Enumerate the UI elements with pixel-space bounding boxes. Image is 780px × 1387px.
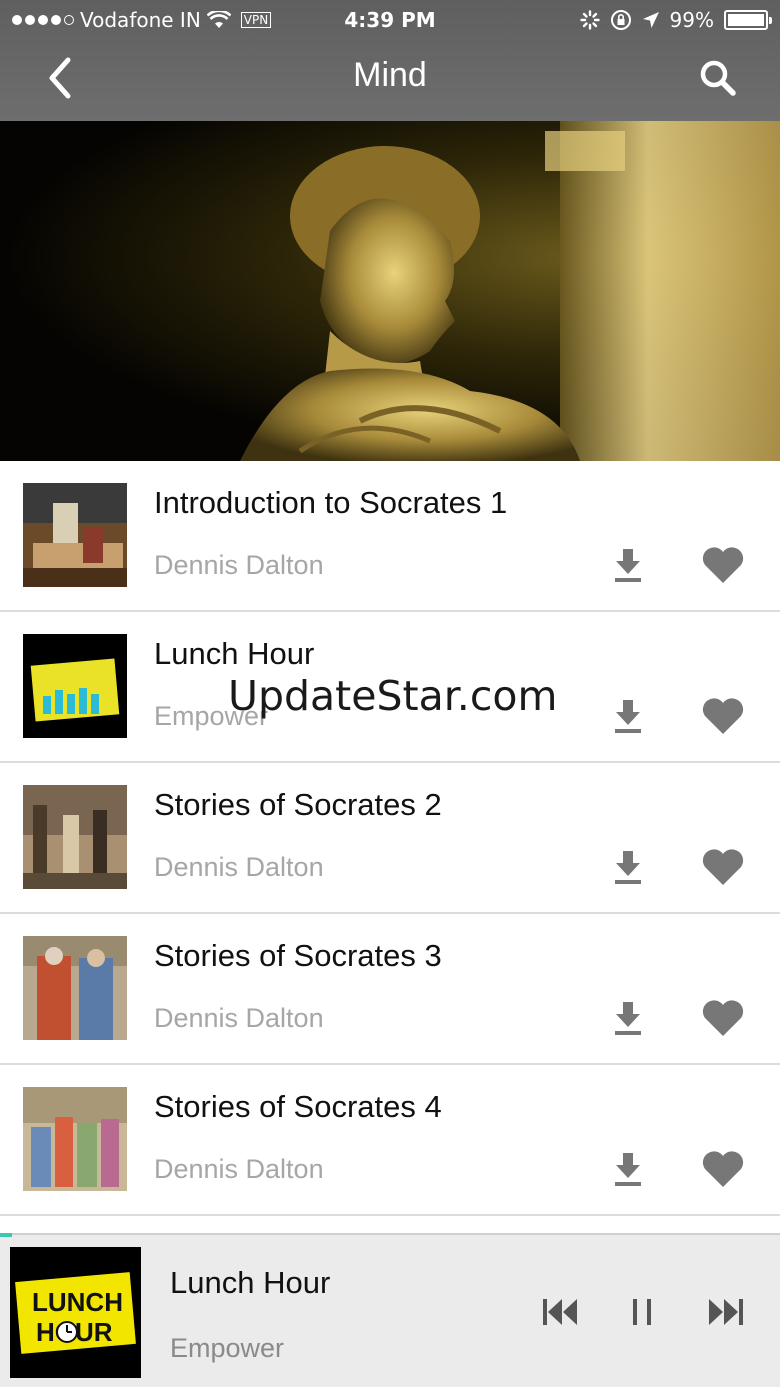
now-playing-author: Empower bbox=[170, 1333, 285, 1363]
download-button[interactable] bbox=[608, 847, 648, 887]
statue-bust-image bbox=[240, 121, 780, 461]
download-button[interactable] bbox=[608, 998, 648, 1038]
episode-thumbnail bbox=[23, 1087, 127, 1191]
pause-button[interactable] bbox=[622, 1295, 662, 1329]
favorite-button[interactable] bbox=[700, 847, 746, 887]
episode-author: Dennis Dalton bbox=[154, 1154, 324, 1184]
episode-title: Stories of Socrates 4 bbox=[154, 1089, 442, 1124]
episode-author: Dennis Dalton bbox=[154, 1003, 324, 1033]
episode-thumbnail bbox=[23, 483, 127, 587]
download-icon bbox=[615, 700, 641, 733]
heart-icon bbox=[702, 698, 744, 734]
download-button[interactable] bbox=[608, 545, 648, 585]
status-right: 99% bbox=[579, 8, 772, 32]
top-bar: Vodafone IN VPN 4:39 PM 99% Mind bbox=[0, 0, 780, 121]
battery-fill bbox=[728, 14, 764, 26]
next-button[interactable] bbox=[705, 1295, 745, 1329]
mini-player[interactable]: LUNCH HOUR Lunch Hour Empower bbox=[0, 1233, 780, 1387]
favorite-button[interactable] bbox=[700, 1149, 746, 1189]
episode-title: Stories of Socrates 3 bbox=[154, 938, 442, 973]
nav-bar: Mind bbox=[0, 40, 780, 121]
episode-title: Stories of Socrates 2 bbox=[154, 787, 442, 822]
download-button[interactable] bbox=[608, 1149, 648, 1189]
download-icon bbox=[615, 549, 641, 582]
download-icon bbox=[615, 851, 641, 884]
episode-thumbnail bbox=[23, 936, 127, 1040]
episode-thumbnail bbox=[23, 634, 127, 738]
list-item[interactable]: Stories of Socrates 2 Dennis Dalton bbox=[0, 763, 780, 914]
previous-button[interactable] bbox=[541, 1295, 581, 1329]
activity-spinner-icon bbox=[579, 10, 600, 30]
search-icon bbox=[700, 60, 736, 96]
download-icon bbox=[615, 1153, 641, 1186]
pause-icon bbox=[633, 1299, 651, 1325]
heart-icon bbox=[702, 547, 744, 583]
episode-author: Dennis Dalton bbox=[154, 550, 324, 580]
hero-image bbox=[0, 121, 780, 461]
location-icon bbox=[642, 12, 659, 28]
download-button[interactable] bbox=[608, 696, 648, 736]
skip-back-icon bbox=[543, 1299, 577, 1325]
page-title: Mind bbox=[353, 56, 427, 94]
list-item[interactable]: Stories of Socrates 3 Dennis Dalton bbox=[0, 914, 780, 1065]
search-button[interactable] bbox=[696, 56, 740, 100]
status-bar: Vodafone IN VPN 4:39 PM 99% bbox=[0, 0, 780, 40]
battery-icon bbox=[724, 10, 772, 30]
rotation-lock-icon bbox=[610, 10, 631, 30]
artwork-text-top: LUNCH bbox=[32, 1287, 123, 1317]
favorite-button[interactable] bbox=[700, 998, 746, 1038]
episode-title: Introduction to Socrates 1 bbox=[154, 485, 508, 520]
favorite-button[interactable] bbox=[700, 696, 746, 736]
episode-author: Dennis Dalton bbox=[154, 852, 324, 882]
heart-icon bbox=[702, 1000, 744, 1036]
list-item[interactable]: Introduction to Socrates 1 Dennis Dalton bbox=[0, 461, 780, 612]
now-playing-artwork: LUNCH HOUR bbox=[10, 1247, 141, 1378]
heart-icon bbox=[702, 849, 744, 885]
playback-progress[interactable] bbox=[0, 1233, 12, 1237]
now-playing-title: Lunch Hour bbox=[170, 1265, 331, 1300]
download-icon bbox=[615, 1002, 641, 1035]
battery-percent: 99% bbox=[669, 8, 714, 32]
watermark-text: UpdateStar.com bbox=[228, 672, 558, 720]
heart-icon bbox=[702, 1151, 744, 1187]
episode-list: Introduction to Socrates 1 Dennis Dalton bbox=[0, 461, 780, 1216]
episode-thumbnail bbox=[23, 785, 127, 889]
list-item[interactable]: Stories of Socrates 4 Dennis Dalton bbox=[0, 1065, 780, 1216]
skip-forward-icon bbox=[709, 1299, 743, 1325]
favorite-button[interactable] bbox=[700, 545, 746, 585]
episode-title: Lunch Hour bbox=[154, 636, 315, 671]
